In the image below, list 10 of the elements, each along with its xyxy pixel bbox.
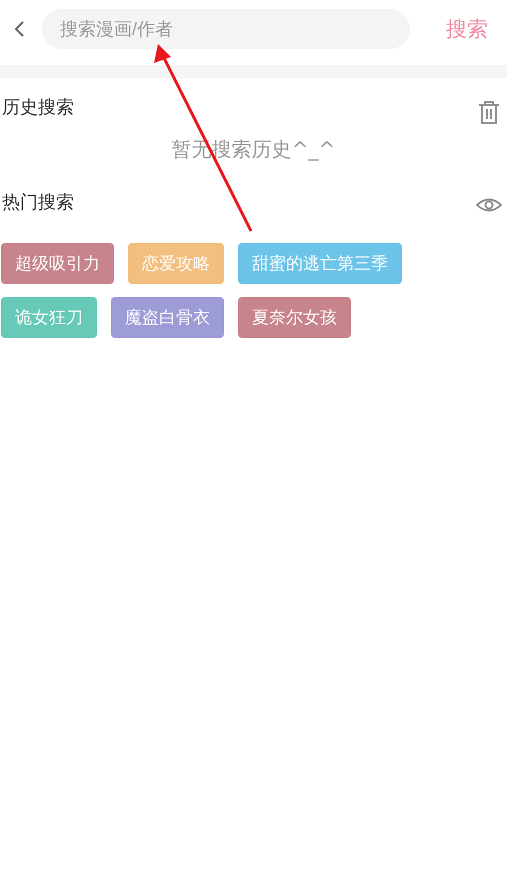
section-title: 历史搜索: [2, 96, 74, 119]
hot-tag[interactable]: 魔盗白骨衣: [111, 297, 224, 338]
search-field[interactable]: 搜索漫画/作者: [42, 9, 410, 49]
hot-tag[interactable]: 甜蜜的逃亡第三季: [238, 243, 402, 284]
hot-tag[interactable]: 恋爱攻略: [128, 243, 224, 284]
hot-tag[interactable]: 诡女狂刀: [1, 297, 97, 338]
hot-tag[interactable]: 超级吸引力: [1, 243, 114, 284]
section-title: 热门搜索: [2, 191, 74, 214]
hot-tag[interactable]: 夏奈尔女孩: [238, 297, 351, 338]
search-button[interactable]: 搜索: [438, 15, 496, 43]
